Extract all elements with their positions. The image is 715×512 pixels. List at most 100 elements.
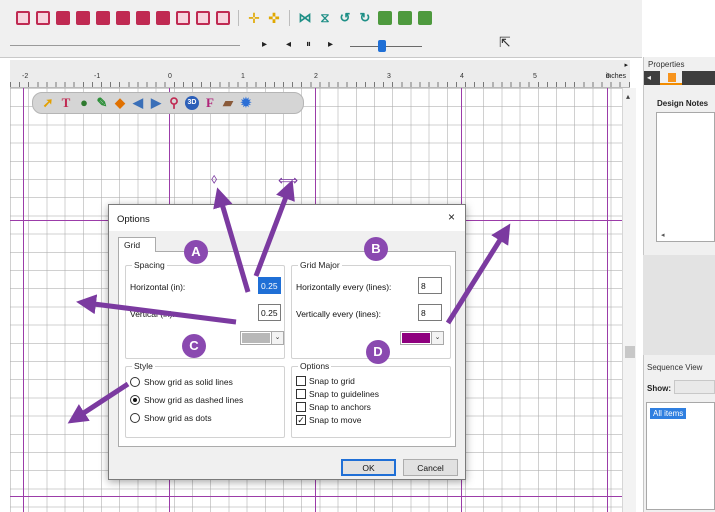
sequence-view-title: Sequence View <box>647 363 703 372</box>
rotate-icon[interactable] <box>36 11 50 25</box>
radio-dashed-lines[interactable]: Show grid as dashed lines <box>130 395 243 405</box>
step-back-icon[interactable]: ◂ <box>286 39 291 50</box>
radio-dots[interactable]: Show grid as dots <box>130 413 212 423</box>
toolbar-icon-row: ✛ ✜ ⋈ ⧖ ↺ ↻ <box>16 10 432 26</box>
horizontal-major-label: Horizontally every (lines): <box>296 282 392 292</box>
layers-icon[interactable] <box>378 11 392 25</box>
text-tool-icon[interactable]: T <box>59 96 73 110</box>
mirror-icon[interactable] <box>216 11 230 25</box>
checkbox-label: Snap to move <box>309 415 362 425</box>
timeline-track[interactable] <box>10 45 240 46</box>
ruler-arrow-icon[interactable]: ▸ <box>624 61 628 69</box>
ok-button[interactable]: OK <box>341 459 396 476</box>
scroll-thumb[interactable] <box>625 346 635 358</box>
ruler-tick: 1 <box>241 73 245 80</box>
checkbox-label: Snap to anchors <box>309 402 371 412</box>
ruler-unit: inches <box>605 73 626 80</box>
distribute-h-icon[interactable]: ✛ <box>247 11 261 25</box>
vertical-spacing-label: Vertical (in): <box>130 309 175 319</box>
rotate-left-icon[interactable]: ↺ <box>338 11 352 25</box>
image-tool-icon[interactable]: ▰ <box>221 96 235 110</box>
play-small-icon[interactable]: ▸ <box>262 39 267 50</box>
vertical-major-label: Vertically every (lines): <box>296 309 382 319</box>
import-icon[interactable] <box>418 11 432 25</box>
dialog-title: Options <box>117 214 150 225</box>
vertical-major-input[interactable] <box>418 304 442 321</box>
checkbox-box[interactable] <box>296 402 306 412</box>
export-icon[interactable] <box>398 11 412 25</box>
radio-circle[interactable] <box>130 395 140 405</box>
checkbox-snap-to-anchors[interactable]: Snap to anchors <box>296 402 371 412</box>
shape-tool-icon[interactable]: ● <box>77 96 91 110</box>
checkbox-snap-to-grid[interactable]: Snap to grid <box>296 376 355 386</box>
scroll-left-icon[interactable]: ◂ <box>661 231 665 239</box>
major-color-picker[interactable]: ⌄ <box>400 331 444 345</box>
pointer-tool-icon[interactable]: ➚ <box>41 96 55 110</box>
design-notes-box[interactable]: ◂ <box>656 112 715 242</box>
properties-title: Properties <box>648 60 685 69</box>
arrow-right-icon[interactable]: ▶ <box>149 96 163 110</box>
pause-icon[interactable]: ⏸ <box>306 39 311 50</box>
grid-color-picker[interactable]: ⌄ <box>240 331 284 345</box>
chevron-down-icon[interactable]: ⌄ <box>431 332 443 344</box>
design-notes-label: Design Notes <box>657 99 709 108</box>
horizontal-major-input[interactable] <box>418 277 442 294</box>
checkbox-snap-to-guidelines[interactable]: Snap to guidelines <box>296 389 379 399</box>
checkbox-snap-to-move[interactable]: ✓ Snap to move <box>296 415 361 425</box>
properties-tab[interactable] <box>660 71 682 85</box>
style-legend: Style <box>132 361 155 371</box>
settings-gear-icon[interactable]: ✹ <box>239 96 253 110</box>
pen-tool-icon[interactable]: ✎ <box>95 96 109 110</box>
zoom-tool-icon[interactable]: ⚲ <box>167 96 181 110</box>
show-label: Show: <box>647 384 671 393</box>
select-icon[interactable] <box>16 11 30 25</box>
checkbox-label: Snap to guidelines <box>309 389 379 399</box>
horizontal-ruler[interactable]: ▸ -2 -1 0 1 2 3 4 5 6 inches <box>10 60 630 88</box>
group-icon[interactable] <box>116 11 130 25</box>
cancel-button[interactable]: Cancel <box>403 459 458 476</box>
radio-circle[interactable] <box>130 413 140 423</box>
ruler-marks <box>10 82 630 87</box>
major-grid-line <box>10 496 622 497</box>
distribute-v-icon[interactable]: ✜ <box>267 11 281 25</box>
checkmark-icon[interactable]: ✓ <box>296 415 306 425</box>
align-icon[interactable] <box>96 11 110 25</box>
stroke-icon[interactable] <box>76 11 90 25</box>
tab-left-arrow-icon[interactable]: ◂ <box>647 73 651 82</box>
fill-tool-icon[interactable]: ◆ <box>113 96 127 110</box>
options-group: Options Snap to grid Snap to guidelines … <box>291 361 451 438</box>
list-item-all-items[interactable]: All items <box>650 408 687 419</box>
canvas-vertical-scrollbar[interactable]: ▴ <box>622 88 636 512</box>
checkbox-box[interactable] <box>296 389 306 399</box>
redo-icon[interactable]: ⧖ <box>318 11 332 25</box>
fill-icon[interactable] <box>56 11 70 25</box>
close-icon[interactable]: × <box>448 210 455 224</box>
play-icon[interactable]: ▸ <box>328 39 333 50</box>
chevron-down-icon[interactable]: ⌄ <box>271 332 283 344</box>
tab-grid[interactable]: Grid <box>118 237 156 252</box>
3d-tool-icon[interactable]: 3D <box>185 96 199 110</box>
mouse-cursor-icon: ⇱ <box>499 34 511 50</box>
arrow-left-icon[interactable]: ◀ <box>131 96 145 110</box>
sequence-list[interactable]: All items <box>646 402 715 510</box>
toolbar-separator <box>238 10 239 26</box>
radio-label: Show grid as dashed lines <box>144 395 244 405</box>
vertical-spacing-handle-icon: ⬨ <box>211 170 218 186</box>
checkbox-box[interactable] <box>296 376 306 386</box>
horizontal-spacing-input[interactable] <box>258 277 281 294</box>
radio-solid-lines[interactable]: Show grid as solid lines <box>130 377 233 387</box>
radio-circle[interactable] <box>130 377 140 387</box>
scroll-up-icon[interactable]: ▴ <box>626 92 630 101</box>
front-icon[interactable] <box>156 11 170 25</box>
font-tool-icon[interactable]: F <box>203 96 217 110</box>
ungroup-icon[interactable] <box>136 11 150 25</box>
back-icon[interactable] <box>176 11 190 25</box>
flip-icon[interactable] <box>196 11 210 25</box>
speed-slider-track[interactable] <box>350 46 422 47</box>
undo-icon[interactable]: ⋈ <box>298 11 312 25</box>
vertical-spacing-input[interactable] <box>258 304 281 321</box>
major-grid-line <box>607 88 608 512</box>
show-dropdown[interactable] <box>674 380 715 394</box>
rotate-right-icon[interactable]: ↻ <box>358 11 372 25</box>
speed-slider-thumb[interactable] <box>378 40 386 52</box>
